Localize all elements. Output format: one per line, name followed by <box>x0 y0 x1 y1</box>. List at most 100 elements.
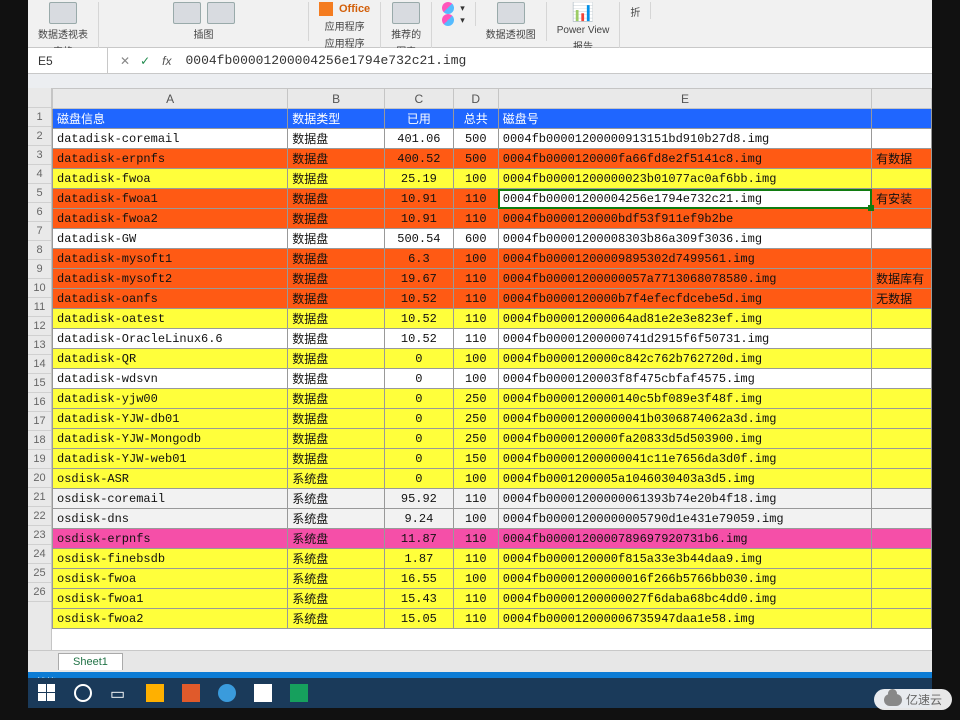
cell[interactable]: 0004fb0000120000fa66fd8e2f5141c8.img <box>498 149 871 169</box>
cell[interactable]: 数据盘 <box>288 369 385 389</box>
cell[interactable]: 0004fb0000120000b7f4efecfdcebe5d.img <box>498 289 871 309</box>
sheet-tab[interactable]: Sheet1 <box>58 653 123 670</box>
cell[interactable]: 0004fb000012000006735947daa1e58.img <box>498 609 871 629</box>
cell[interactable]: 110 <box>453 189 498 209</box>
header-cell[interactable]: 磁盘信息 <box>53 109 288 129</box>
cell[interactable] <box>872 609 932 629</box>
cell[interactable]: 6.3 <box>385 249 454 269</box>
cell[interactable]: 110 <box>453 489 498 509</box>
cell[interactable]: 16.55 <box>385 569 454 589</box>
cell[interactable]: 系统盘 <box>288 549 385 569</box>
cell[interactable]: 0004fb0000120000f815a33e3b44daa9.img <box>498 549 871 569</box>
fx-icon[interactable]: fx <box>162 54 179 68</box>
cell[interactable]: 100 <box>453 349 498 369</box>
cell[interactable]: 0 <box>385 449 454 469</box>
cell[interactable]: 110 <box>453 529 498 549</box>
excel-icon[interactable] <box>290 684 308 702</box>
cell[interactable] <box>872 449 932 469</box>
cell[interactable]: 数据盘 <box>288 389 385 409</box>
cell[interactable]: 100 <box>453 369 498 389</box>
cell[interactable]: 110 <box>453 289 498 309</box>
cell[interactable] <box>872 129 932 149</box>
cell[interactable]: 数据盘 <box>288 149 385 169</box>
app-icon-1[interactable] <box>182 684 200 702</box>
cell[interactable]: 0004fb0001200005a1046030403a3d5.img <box>498 469 871 489</box>
col-header-B[interactable]: B <box>288 89 385 109</box>
cell[interactable]: 0004fb00001200000061393b74e20b4f18.img <box>498 489 871 509</box>
cell[interactable]: 0004fb00001200000913151bd910b27d8.img <box>498 129 871 149</box>
cell[interactable]: 0004fb0000120000789697920731b6.img <box>498 529 871 549</box>
cell[interactable]: 600 <box>453 229 498 249</box>
cell[interactable] <box>872 369 932 389</box>
cell[interactable]: 250 <box>453 429 498 449</box>
cell[interactable]: datadisk-erpnfs <box>53 149 288 169</box>
pivotchart-icon[interactable] <box>497 2 525 24</box>
cell[interactable]: 0004fb00001200000023b01077ac0af6bb.img <box>498 169 871 189</box>
cell[interactable]: 0004fb0000120000bdf53f911ef9b2be <box>498 209 871 229</box>
start-icon[interactable] <box>38 684 56 702</box>
selected-cell[interactable]: 0004fb00001200004256e1794e732c21.img <box>498 189 871 209</box>
cell[interactable]: 0 <box>385 369 454 389</box>
header-cell[interactable]: 数据类型 <box>288 109 385 129</box>
cell[interactable]: 数据盘 <box>288 329 385 349</box>
cell[interactable]: 0 <box>385 389 454 409</box>
cell[interactable]: 0004fb00001200000005790d1e431e79059.img <box>498 509 871 529</box>
cell[interactable]: 0 <box>385 469 454 489</box>
app-icon-3[interactable] <box>254 684 272 702</box>
pie-icon[interactable] <box>442 2 454 14</box>
cell[interactable]: datadisk-fwoa <box>53 169 288 189</box>
cell[interactable]: 100 <box>453 569 498 589</box>
cell[interactable]: 数据盘 <box>288 449 385 469</box>
spreadsheet-grid[interactable]: ABCDE 磁盘信息数据类型已用总共磁盘号datadisk-coremail数据… <box>52 88 932 629</box>
confirm-icon[interactable]: ✓ <box>140 54 150 68</box>
cell[interactable]: 0004fb00001200000041b0306874062a3d.img <box>498 409 871 429</box>
cell[interactable]: 25.19 <box>385 169 454 189</box>
cell[interactable]: 有安装 <box>872 189 932 209</box>
cell[interactable]: osdisk-coremail <box>53 489 288 509</box>
cell[interactable]: datadisk-YJW-db01 <box>53 409 288 429</box>
pivot-icon[interactable] <box>49 2 77 24</box>
cell[interactable]: 数据库有 <box>872 269 932 289</box>
cell[interactable]: 0004fb00001200000027f6daba68bc4dd0.img <box>498 589 871 609</box>
cell[interactable]: 110 <box>453 329 498 349</box>
cell[interactable]: 数据盘 <box>288 189 385 209</box>
cell[interactable]: 110 <box>453 209 498 229</box>
cell[interactable]: 数据盘 <box>288 269 385 289</box>
cell[interactable]: 95.92 <box>385 489 454 509</box>
cell[interactable]: 110 <box>453 309 498 329</box>
cell[interactable] <box>872 509 932 529</box>
cell[interactable]: datadisk-oanfs <box>53 289 288 309</box>
cell[interactable]: osdisk-ASR <box>53 469 288 489</box>
cell[interactable]: 0004fb00001200000041c11e7656da3d0f.img <box>498 449 871 469</box>
cell[interactable]: datadisk-QR <box>53 349 288 369</box>
taskview-icon[interactable]: ▭ <box>110 684 128 702</box>
cell[interactable]: 无数据 <box>872 289 932 309</box>
cell[interactable]: 400.52 <box>385 149 454 169</box>
cell[interactable]: 0004fb00001200000741d2915f6f50731.img <box>498 329 871 349</box>
cell[interactable]: 系统盘 <box>288 569 385 589</box>
cell[interactable]: osdisk-erpnfs <box>53 529 288 549</box>
cell[interactable] <box>872 549 932 569</box>
cell[interactable]: datadisk-mysoft1 <box>53 249 288 269</box>
cell[interactable]: 15.05 <box>385 609 454 629</box>
cell[interactable]: 数据盘 <box>288 409 385 429</box>
cell[interactable] <box>872 469 932 489</box>
cell[interactable]: 250 <box>453 409 498 429</box>
cell[interactable]: 10.52 <box>385 289 454 309</box>
cell[interactable]: 500.54 <box>385 229 454 249</box>
cell[interactable]: 0004fb00001200000057a7713068078580.img <box>498 269 871 289</box>
cell[interactable]: 0 <box>385 429 454 449</box>
cell[interactable]: 数据盘 <box>288 349 385 369</box>
cell[interactable]: 10.52 <box>385 309 454 329</box>
donut-icon[interactable] <box>442 14 454 26</box>
cell[interactable]: 数据盘 <box>288 169 385 189</box>
cell[interactable]: osdisk-fwoa2 <box>53 609 288 629</box>
cell[interactable] <box>872 209 932 229</box>
smartart-icon[interactable] <box>207 2 235 24</box>
folder-icon[interactable] <box>146 684 164 702</box>
col-header-C[interactable]: C <box>385 89 454 109</box>
cell[interactable]: 110 <box>453 269 498 289</box>
cell[interactable]: osdisk-fwoa <box>53 569 288 589</box>
cell[interactable]: 0004fb00001200008303b86a309f3036.img <box>498 229 871 249</box>
header-cell[interactable]: 总共 <box>453 109 498 129</box>
